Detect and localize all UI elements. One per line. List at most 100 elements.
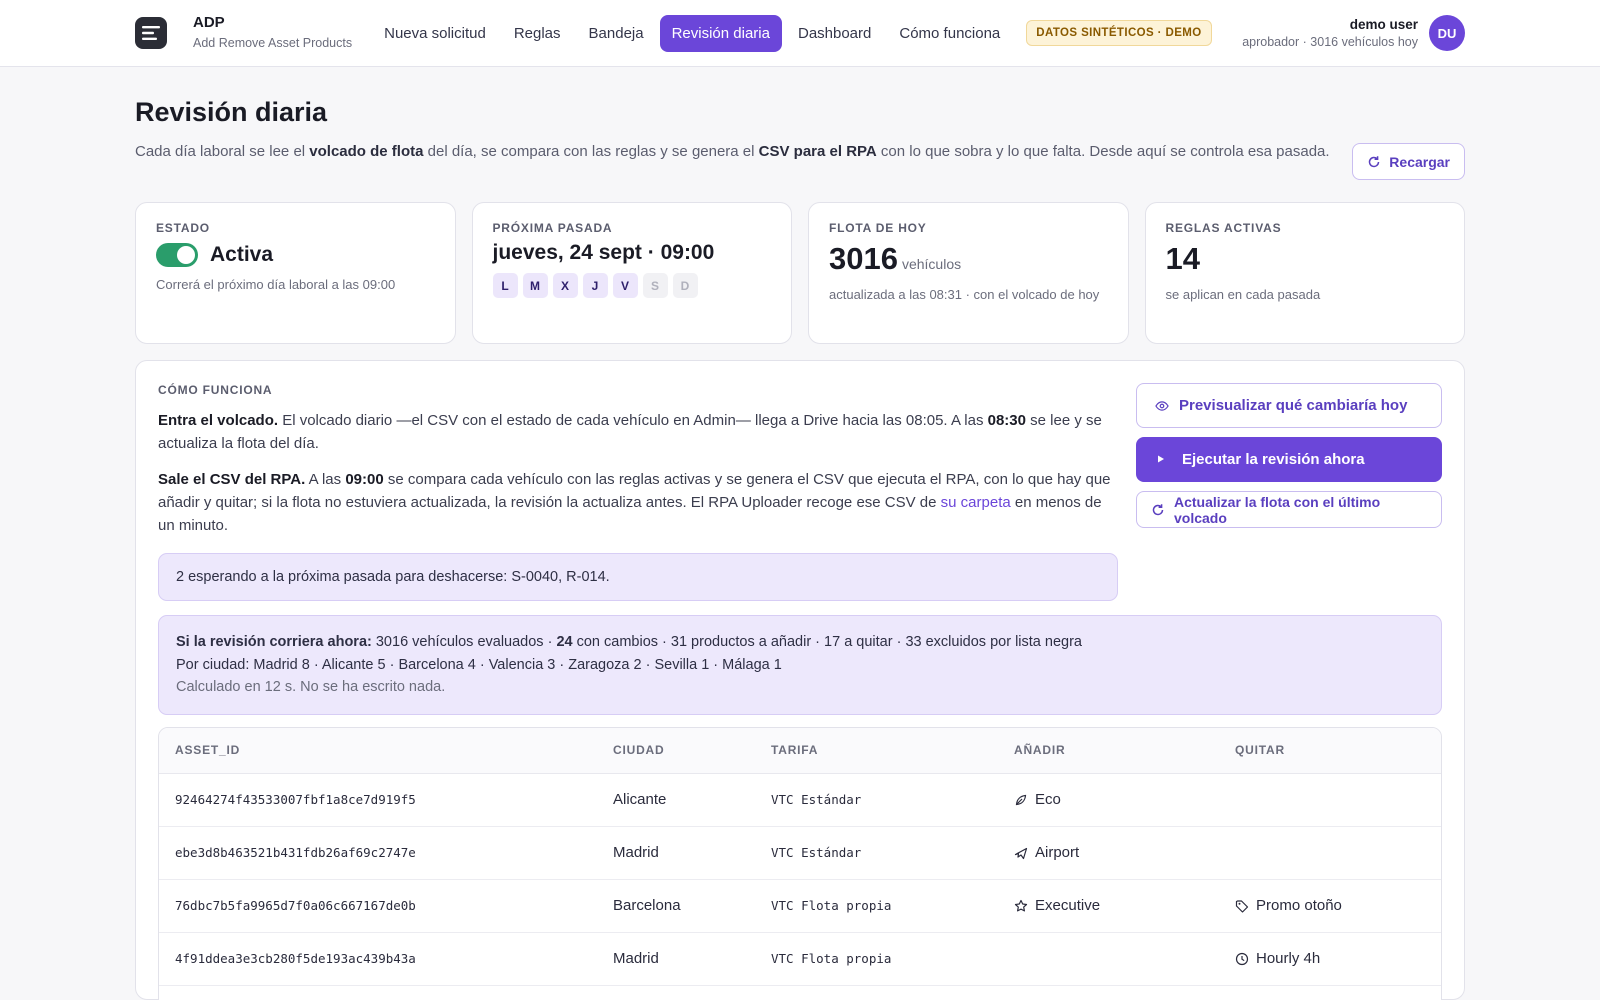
demo-badge: DATOS SINTÉTICOS · DEMO bbox=[1026, 20, 1212, 46]
reglas-sub: se aplican en cada pasada bbox=[1165, 287, 1321, 302]
refresh-icon bbox=[1367, 155, 1381, 169]
tag-icon bbox=[1235, 899, 1249, 913]
proxima-value: jueves, 24 sept · 09:00 bbox=[492, 241, 715, 264]
leaf-icon bbox=[1014, 793, 1028, 807]
top-bar: ADP Add Remove Asset Products Nueva soli… bbox=[0, 0, 1600, 67]
cell-ciudad: Barcelona bbox=[613, 897, 681, 915]
clock-icon bbox=[1235, 952, 1249, 966]
user-name: demo user bbox=[1349, 17, 1418, 33]
reload-button[interactable]: Recargar bbox=[1352, 143, 1465, 180]
cell-ciudad: Madrid bbox=[613, 844, 659, 862]
estado-value: Activa bbox=[210, 243, 274, 266]
refresh-icon bbox=[1151, 503, 1165, 517]
how-label: CÓMO FUNCIONA bbox=[158, 383, 273, 397]
card-proxima-label: PRÓXIMA PASADA bbox=[492, 221, 613, 235]
weekday-chips: L M X J V S D bbox=[492, 273, 772, 298]
run-review-button[interactable]: Ejecutar la revisión ahora bbox=[1136, 437, 1442, 482]
summary-cards: ESTADO Activa Correrá el próximo día lab… bbox=[135, 202, 1465, 344]
reglas-value: 14 bbox=[1165, 241, 1200, 276]
update-fleet-button[interactable]: Actualizar la flota con el último volcad… bbox=[1136, 491, 1442, 528]
how-paragraph-salida: Sale el CSV del RPA. A las 09:00 se comp… bbox=[158, 470, 1111, 535]
col-anadir[interactable]: AÑADIR bbox=[998, 743, 1219, 757]
cell-tarifa: VTC Flota propia bbox=[771, 898, 892, 914]
table-header: ASSET_ID CIUDAD TARIFA AÑADIR QUITAR bbox=[159, 727, 1441, 774]
card-reglas-activas: REGLAS ACTIVAS 14 se aplican en cada pas… bbox=[1144, 202, 1465, 344]
app-logo-icon[interactable] bbox=[135, 17, 167, 49]
nav-bandeja[interactable]: Bandeja bbox=[577, 15, 656, 52]
preview-line-3: Calculado en 12 s. No se ha escrito nada… bbox=[176, 679, 446, 696]
cell-asset-id: ebe3d8b463521b431fdb26af69c2747e bbox=[175, 845, 416, 861]
plane-icon bbox=[1014, 846, 1028, 860]
preview-line-1: Si la revisión corriera ahora: 3016 vehí… bbox=[176, 634, 1082, 651]
day-chip-l: L bbox=[492, 273, 518, 298]
table-row[interactable]: ebe3d8b463521b431fdb26af69c2747e Madrid … bbox=[159, 827, 1441, 880]
cell-asset-id: 92464274f43533007fbf1a8ce7d919f5 bbox=[175, 792, 416, 808]
day-chip-j: J bbox=[582, 273, 608, 298]
cell-tarifa: VTC Flota propia bbox=[771, 951, 892, 967]
user-role: aprobador · 3016 vehículos hoy bbox=[1242, 34, 1418, 49]
nav-reglas[interactable]: Reglas bbox=[502, 15, 573, 52]
page-title: Revisión diaria bbox=[135, 97, 328, 127]
flota-sub: actualizada a las 08:31 · con el volcado… bbox=[829, 287, 1100, 302]
nav-revision-diaria[interactable]: Revisión diaria bbox=[659, 14, 782, 52]
cell-anadir: Eco bbox=[998, 791, 1219, 808]
intro-row: Cada día laboral se lee el volcado de fl… bbox=[135, 140, 1465, 180]
cell-asset-id: 4f91ddea3e3cb280f5de193ac439b43a bbox=[175, 951, 416, 967]
reload-label: Recargar bbox=[1389, 153, 1450, 170]
day-chip-s: S bbox=[642, 273, 668, 298]
cell-quitar: Promo otoño bbox=[1219, 897, 1441, 914]
avatar[interactable]: DU bbox=[1429, 15, 1465, 51]
cell-ciudad: Madrid bbox=[613, 950, 659, 968]
day-chip-x: X bbox=[552, 273, 578, 298]
preview-line-2: Por ciudad: Madrid 8 · Alicante 5 · Barc… bbox=[176, 656, 782, 673]
cell-ciudad: Alicante bbox=[613, 791, 667, 809]
changes-table: ASSET_ID CIUDAD TARIFA AÑADIR QUITAR 924… bbox=[158, 726, 1442, 1000]
card-flota-hoy: FLOTA DE HOY 3016 vehículos actualizada a… bbox=[808, 202, 1129, 344]
pending-notice: 2 esperando a la próxima pasada para des… bbox=[158, 553, 1118, 602]
page-intro: Cada día laboral se lee el volcado de fl… bbox=[135, 143, 1330, 160]
flota-unit: vehículos bbox=[901, 256, 962, 272]
carpeta-link[interactable]: su carpeta bbox=[941, 494, 1011, 511]
card-reglas-label: REGLAS ACTIVAS bbox=[1165, 221, 1282, 235]
col-tarifa[interactable]: TARIFA bbox=[755, 743, 998, 757]
how-it-works-panel: CÓMO FUNCIONA Entra el volcado. El volca… bbox=[135, 360, 1465, 1000]
estado-sub: Correrá el próximo día laboral a las 09:… bbox=[156, 277, 396, 292]
cell-tarifa: VTC Estándar bbox=[771, 845, 862, 861]
table-row[interactable]: 92464274f43533007fbf1a8ce7d919f5 Alicant… bbox=[159, 774, 1441, 827]
col-quitar[interactable]: QUITAR bbox=[1219, 743, 1441, 757]
preview-button[interactable]: Previsualizar qué cambiaría hoy bbox=[1136, 383, 1442, 428]
flota-value: 3016 vehículos bbox=[829, 241, 962, 276]
day-chip-m: M bbox=[522, 273, 548, 298]
day-chip-v: V bbox=[612, 273, 638, 298]
cell-anadir: Executive bbox=[998, 897, 1219, 914]
cell-asset-id: 76dbc7b5fa9965d7f0a06c667167de0b bbox=[175, 898, 416, 914]
cell-tarifa: VTC Estándar bbox=[771, 792, 862, 808]
app-subtitle: Add Remove Asset Products bbox=[193, 36, 353, 51]
active-toggle[interactable] bbox=[156, 243, 198, 267]
nav-como-funciona[interactable]: Cómo funciona bbox=[887, 15, 1012, 52]
main-content: Revisión diaria Cada día laboral se lee … bbox=[0, 67, 1600, 1000]
app-title: ADP bbox=[193, 14, 225, 32]
card-proxima-pasada: PRÓXIMA PASADA jueves, 24 sept · 09:00 L… bbox=[471, 202, 792, 344]
main-nav: Nueva solicitud Reglas Bandeja Revisión … bbox=[372, 14, 1012, 52]
table-row[interactable] bbox=[159, 986, 1441, 1000]
user-menu[interactable]: demo user aprobador · 3016 vehículos hoy… bbox=[1242, 15, 1465, 51]
nav-nueva-solicitud[interactable]: Nueva solicitud bbox=[372, 15, 498, 52]
action-buttons: Previsualizar qué cambiaría hoy Ejecutar… bbox=[1136, 383, 1442, 601]
star-icon bbox=[1014, 899, 1028, 913]
col-ciudad[interactable]: CIUDAD bbox=[597, 743, 755, 757]
user-info: demo user aprobador · 3016 vehículos hoy bbox=[1242, 16, 1418, 50]
cell-quitar: Hourly 4h bbox=[1219, 950, 1441, 967]
how-paragraph-entrada: Entra el volcado. El volcado diario —el … bbox=[158, 412, 1102, 453]
nav-dashboard[interactable]: Dashboard bbox=[786, 15, 883, 52]
cell-anadir: Airport bbox=[998, 844, 1219, 861]
brand: ADP Add Remove Asset Products bbox=[193, 14, 352, 51]
table-row[interactable]: 76dbc7b5fa9965d7f0a06c667167de0b Barcelo… bbox=[159, 880, 1441, 933]
card-flota-label: FLOTA DE HOY bbox=[829, 221, 927, 235]
col-asset-id[interactable]: ASSET_ID bbox=[159, 743, 597, 757]
card-estado-label: ESTADO bbox=[156, 221, 210, 235]
day-chip-d: D bbox=[672, 273, 698, 298]
preview-summary: Si la revisión corriera ahora: 3016 vehí… bbox=[158, 615, 1442, 715]
eye-icon bbox=[1155, 399, 1169, 413]
table-row[interactable]: 4f91ddea3e3cb280f5de193ac439b43a Madrid … bbox=[159, 933, 1441, 986]
